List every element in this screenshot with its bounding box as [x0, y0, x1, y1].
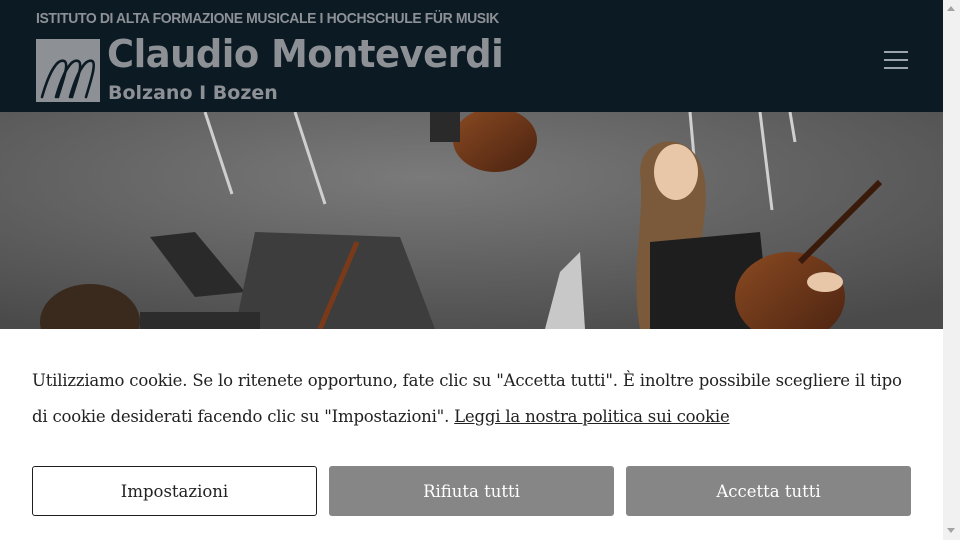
scroll-down-arrow-icon[interactable] — [947, 528, 955, 533]
scroll-up-arrow-icon[interactable] — [947, 6, 955, 11]
cookie-message: Utilizziamo cookie. Se lo ritenete oppor… — [32, 363, 912, 435]
accept-all-button[interactable]: Accetta tutti — [626, 466, 911, 516]
cookie-policy-link[interactable]: Leggi la nostra politica sui cookie — [454, 407, 730, 426]
vertical-scrollbar[interactable] — [943, 0, 960, 540]
hero-image — [0, 112, 943, 329]
hero-photo — [0, 112, 943, 329]
cookie-banner: Utilizziamo cookie. Se lo ritenete oppor… — [0, 329, 943, 540]
brand-name[interactable]: Claudio Monteverdi — [107, 32, 504, 76]
hamburger-menu-icon[interactable] — [878, 46, 914, 74]
brand-city: Bolzano I Bozen — [108, 82, 278, 104]
cookie-settings-button[interactable]: Impostazioni — [32, 466, 317, 516]
monteverdi-logo-icon[interactable] — [36, 39, 100, 102]
site-header: ISTITUTO DI ALTA FORMAZIONE MUSICALE I H… — [0, 0, 943, 112]
institute-tagline: ISTITUTO DI ALTA FORMAZIONE MUSICALE I H… — [36, 10, 499, 27]
reject-all-button[interactable]: Rifiuta tutti — [329, 466, 614, 516]
